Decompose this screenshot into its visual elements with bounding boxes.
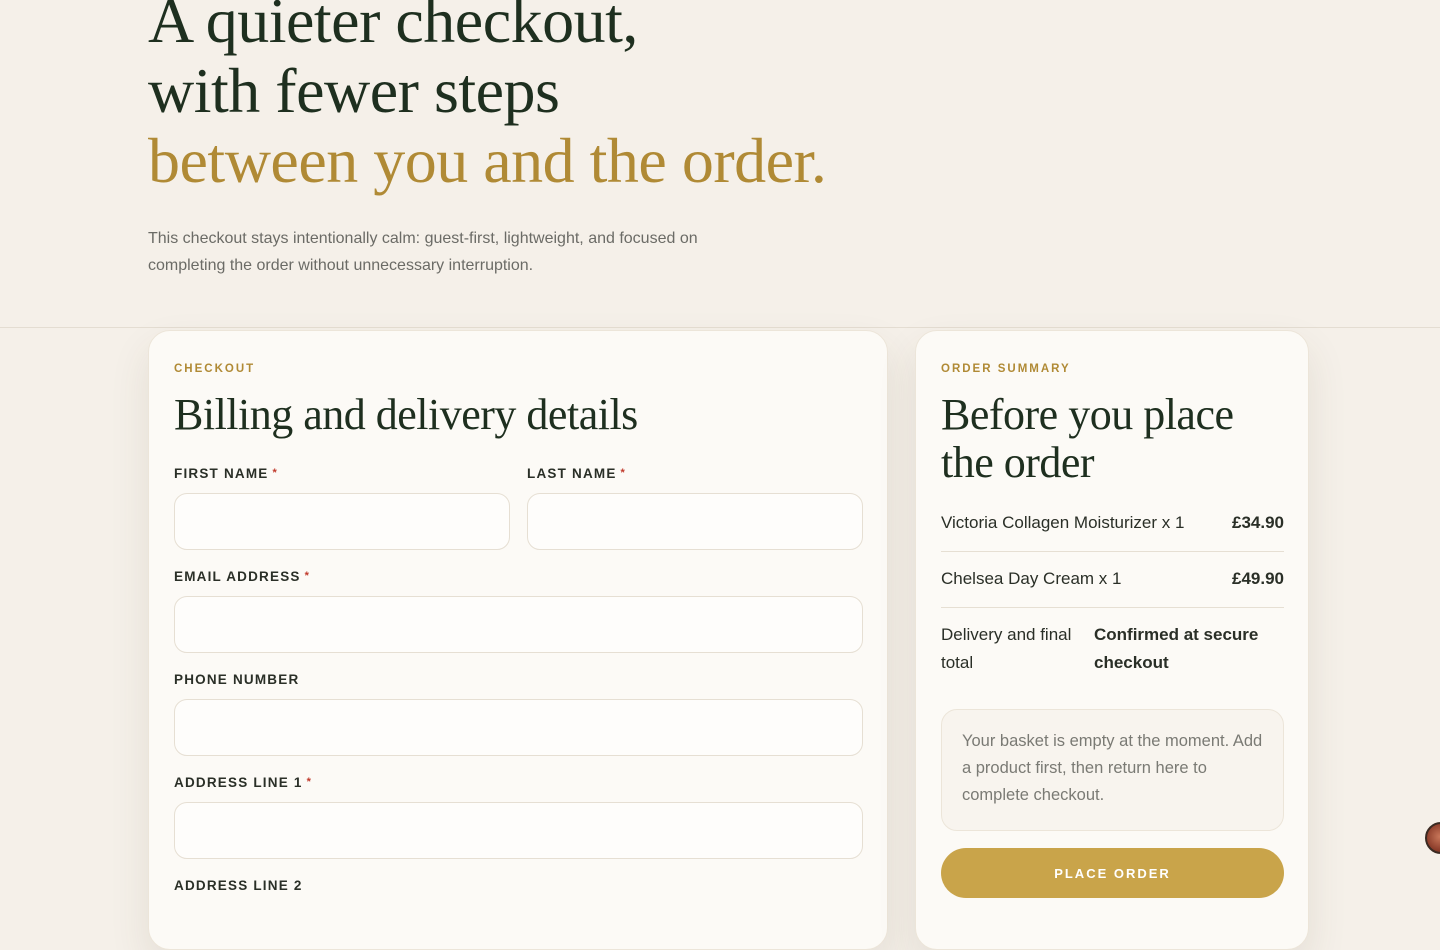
required-mark: *	[304, 570, 311, 582]
summary-item-row: Victoria Collagen Moisturizer x 1 £34.90	[941, 509, 1284, 537]
checkout-eyebrow: CHECKOUT	[174, 363, 256, 375]
empty-basket-notice: Your basket is empty at the moment. Add …	[941, 709, 1284, 831]
summary-item-price: £34.90	[1232, 513, 1284, 532]
email-input[interactable]	[174, 596, 863, 653]
last-name-label: LAST NAME *	[527, 466, 626, 481]
phone-label-text: PHONE NUMBER	[174, 672, 300, 687]
order-summary-card: ORDER SUMMARY Before you place the order…	[915, 330, 1309, 950]
summary-total-row: Delivery and final total Confirmed at se…	[941, 621, 1284, 677]
summary-divider	[941, 607, 1284, 608]
summary-item-row: Chelsea Day Cream x 1 £49.90	[941, 565, 1284, 593]
address-line-2-label: ADDRESS LINE 2	[174, 878, 303, 893]
first-name-label-text: FIRST NAME	[174, 466, 269, 481]
hero-title: A quieter checkout, with fewer steps bet…	[148, 0, 827, 196]
hero-section: A quieter checkout, with fewer steps bet…	[0, 0, 1440, 328]
checkout-form-card: CHECKOUT Billing and delivery details FI…	[148, 330, 888, 950]
summary-divider	[941, 551, 1284, 552]
floating-avatar-badge[interactable]	[1425, 822, 1440, 854]
summary-item-name: Victoria Collagen Moisturizer x 1	[941, 513, 1185, 532]
form-title: Billing and delivery details	[174, 390, 638, 439]
address-line-1-label-text: ADDRESS LINE 1	[174, 775, 303, 790]
summary-item-name: Chelsea Day Cream x 1	[941, 569, 1122, 588]
phone-label: PHONE NUMBER	[174, 672, 299, 687]
first-name-label: FIRST NAME *	[174, 466, 278, 481]
required-mark: *	[306, 776, 313, 788]
total-value: Confirmed at secure checkout	[1094, 625, 1259, 672]
order-summary-eyebrow: ORDER SUMMARY	[941, 363, 1071, 375]
phone-input[interactable]	[174, 699, 863, 756]
required-mark: *	[620, 467, 627, 479]
summary-item-price: £49.90	[1232, 569, 1284, 588]
last-name-input[interactable]	[527, 493, 863, 550]
email-label-text: EMAIL ADDRESS	[174, 569, 301, 584]
place-order-button[interactable]: PLACE ORDER	[941, 848, 1284, 898]
last-name-label-text: LAST NAME	[527, 466, 617, 481]
required-mark: *	[272, 467, 278, 479]
address-line-1-label: ADDRESS LINE 1 *	[174, 775, 312, 790]
first-name-input[interactable]	[174, 493, 510, 550]
total-label: Delivery and final total	[941, 625, 1072, 672]
address-line-2-label-text: ADDRESS LINE 2	[174, 878, 303, 893]
hero-title-line-3: between you and the order.	[148, 125, 827, 196]
hero-title-line-1: A quieter checkout,	[148, 0, 638, 56]
hero-description: This checkout stays intentionally calm: …	[148, 230, 698, 274]
summary-title: Before you place the order	[941, 390, 1234, 487]
hero-title-line-2: with fewer steps	[148, 55, 560, 126]
email-label: EMAIL ADDRESS *	[174, 569, 310, 584]
address-line-1-input[interactable]	[174, 802, 863, 859]
